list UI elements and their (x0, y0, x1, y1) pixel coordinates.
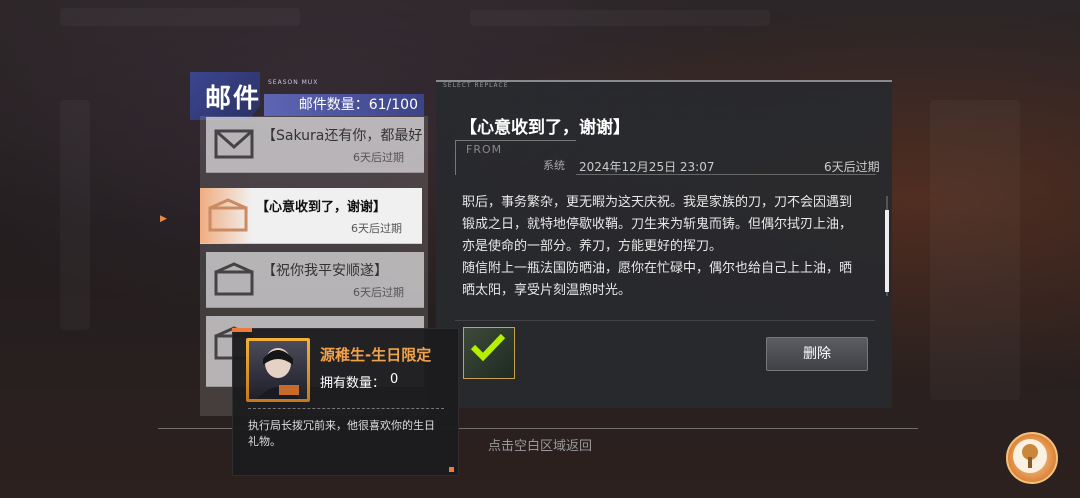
tooltip-accent (232, 328, 252, 332)
mail-item-expire: 6天后过期 (351, 222, 402, 235)
tooltip-divider (248, 408, 444, 409)
mail-body-line: 锻成之日，就特地停歇收鞘。刀生来为斩鬼而铸。但偶尔拭刃上油， (462, 217, 853, 232)
mail-panel-title: 邮件 (205, 84, 262, 114)
mail-body-line: 晒太阳，享受片刻温煦时光。 (462, 283, 632, 298)
attachment-divider (455, 320, 875, 321)
mail-list-item[interactable]: 【Sakura还有你，都最好 6天后过期 (206, 117, 424, 173)
tooltip-corner (449, 467, 454, 472)
item-quantity-label: 拥有数量： (320, 376, 386, 391)
mail-panel-subtitle: SEASON MUX (268, 79, 319, 86)
mail-body-line: 职后，事务繁杂，更无暇为这天庆祝。我是家族的刀，刀不会因遇到 (462, 195, 853, 210)
item-portrait (249, 341, 307, 399)
mail-item-title: 【心意收到了，谢谢】 (256, 200, 387, 215)
item-description: 执行局长拨冗前来，他很喜欢你的生日礼物。 (248, 419, 435, 448)
mail-list-item-selected[interactable]: 【心意收到了，谢谢】 6天后过期 (200, 188, 422, 244)
mail-count: 邮件数量：61/100 (264, 94, 424, 116)
character-portrait-icon (257, 348, 299, 399)
mail-body-line: 亦是使命的一部分。养刀，方能更好的挥刀。 (462, 239, 723, 254)
sender-name: 系统 (543, 159, 565, 172)
return-hint: 点击空白区域返回 (487, 439, 592, 454)
mail-body-line: 随信附上一瓶法国防晒油，愿你在忙碌中，偶尔也给自己上上油，晒 (462, 261, 853, 276)
mail-body[interactable]: 职后，事务繁杂，更无暇为这天庆祝。我是家族的刀，刀不会因遇到 锻成之日，就特地停… (462, 192, 882, 302)
item-quantity-value: 0 (390, 372, 399, 387)
scrollbar-thumb[interactable] (885, 210, 889, 292)
detail-tag: SELECT REPLACE (443, 82, 509, 89)
mail-list-item[interactable]: 【祝你我平安顺遂】 6天后过期 (206, 252, 424, 308)
tree-icon (1013, 439, 1047, 473)
envelope-open-icon (214, 262, 254, 296)
mail-date: 2024年12月25日 23:07 (579, 160, 715, 174)
side-arrow-icon: ▶ (160, 214, 167, 224)
from-label: FROM (466, 143, 503, 156)
mail-detail-title: 【心意收到了，谢谢】 (460, 118, 630, 138)
mail-item-title: 【Sakura还有你，都最好 (262, 128, 422, 144)
envelope-open-icon (208, 198, 248, 232)
mail-item-title: 【祝你我平安顺遂】 (262, 263, 388, 279)
mail-item-expire: 6天后过期 (353, 286, 404, 299)
mail-item-expire: 6天后过期 (353, 151, 404, 164)
item-name: 源稚生-生日限定 (320, 346, 432, 364)
delete-button[interactable]: 删除 (766, 337, 868, 371)
mail-expire: 6天后过期 (824, 160, 880, 174)
envelope-icon (214, 129, 254, 159)
claimed-check-icon (470, 333, 506, 362)
